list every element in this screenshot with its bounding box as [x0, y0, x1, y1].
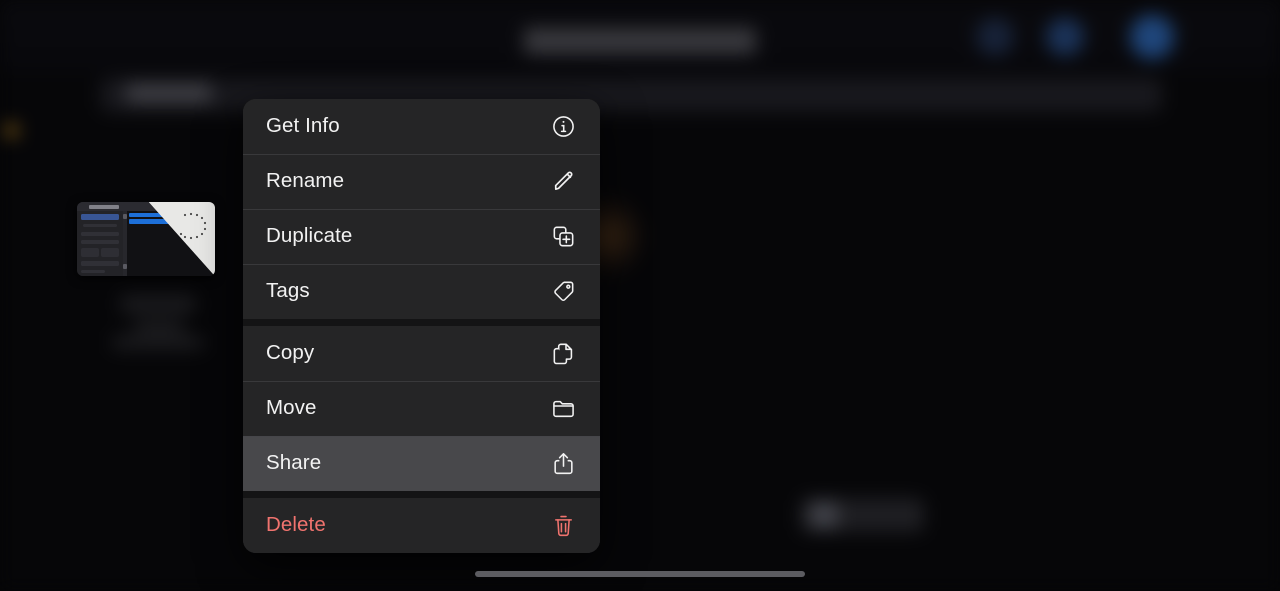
menu-item-label: Delete — [266, 513, 326, 537]
menu-item-label: Get Info — [266, 114, 340, 138]
context-menu[interactable]: Get Info Rename Duplicate Tags Copy Move… — [243, 99, 600, 553]
thumbnail-handle — [123, 214, 127, 219]
menu-item-duplicate[interactable]: Duplicate — [243, 209, 600, 264]
trash-icon — [550, 513, 576, 539]
context-menu-group: Delete — [243, 498, 600, 553]
home-indicator[interactable] — [475, 571, 805, 577]
context-menu-group-separator — [243, 491, 600, 498]
thumbnail-handle — [123, 264, 127, 269]
menu-item-share[interactable]: Share — [243, 436, 600, 491]
file-subtitle-label — [134, 320, 184, 333]
thumbnail-button — [101, 248, 119, 257]
menu-item-label: Tags — [266, 279, 310, 303]
thumbnail-sidebar-row — [81, 270, 105, 273]
file-detail-label — [112, 336, 204, 349]
tag-icon — [550, 279, 576, 305]
context-menu-group-separator — [243, 319, 600, 326]
info-circle-icon — [550, 114, 576, 140]
duplicate-icon — [550, 224, 576, 250]
menu-item-rename[interactable]: Rename — [243, 154, 600, 209]
file-name-label — [120, 296, 196, 312]
pencil-icon — [550, 169, 576, 195]
thumbnail-dot-ring — [179, 212, 207, 240]
menu-item-tags[interactable]: Tags — [243, 264, 600, 319]
menu-item-label: Share — [266, 451, 322, 475]
background-badge-icon — [810, 502, 838, 528]
folder-icon — [550, 396, 576, 422]
menu-item-label: Duplicate — [266, 224, 353, 248]
nav-action-2-icon[interactable] — [1046, 18, 1084, 56]
menu-item-get-info[interactable]: Get Info — [243, 99, 600, 154]
screen: Get Info Rename Duplicate Tags Copy Move… — [0, 0, 1280, 591]
menu-item-move[interactable]: Move — [243, 381, 600, 436]
thumbnail-title-text — [89, 204, 119, 209]
nav-action-3-icon[interactable] — [1130, 15, 1174, 59]
copy-icon — [550, 341, 576, 367]
context-menu-group: Copy Move Share — [243, 326, 600, 491]
menu-item-delete[interactable]: Delete — [243, 498, 600, 553]
context-menu-group: Get Info Rename Duplicate Tags — [243, 99, 600, 319]
nav-action-1-icon[interactable] — [976, 18, 1014, 56]
menu-item-copy[interactable]: Copy — [243, 326, 600, 381]
blurred-backdrop — [0, 0, 1280, 591]
amber-status-dot — [6, 125, 17, 136]
thumbnail-sidebar-row — [83, 224, 117, 227]
document-thumbnail[interactable] — [77, 202, 215, 276]
thumbnail-button — [81, 248, 99, 257]
menu-item-label: Rename — [266, 169, 345, 193]
thumbnail-sidebar-header — [81, 214, 119, 220]
menu-item-label: Copy — [266, 341, 315, 365]
menu-item-label: Move — [266, 396, 317, 420]
thumbnail-sidebar-row — [81, 240, 119, 244]
search-placeholder-text — [126, 84, 212, 102]
page-title — [524, 28, 756, 54]
thumbnail-sidebar-row — [81, 261, 119, 266]
share-icon — [550, 451, 576, 477]
thumbnail-sidebar-row — [81, 232, 119, 236]
